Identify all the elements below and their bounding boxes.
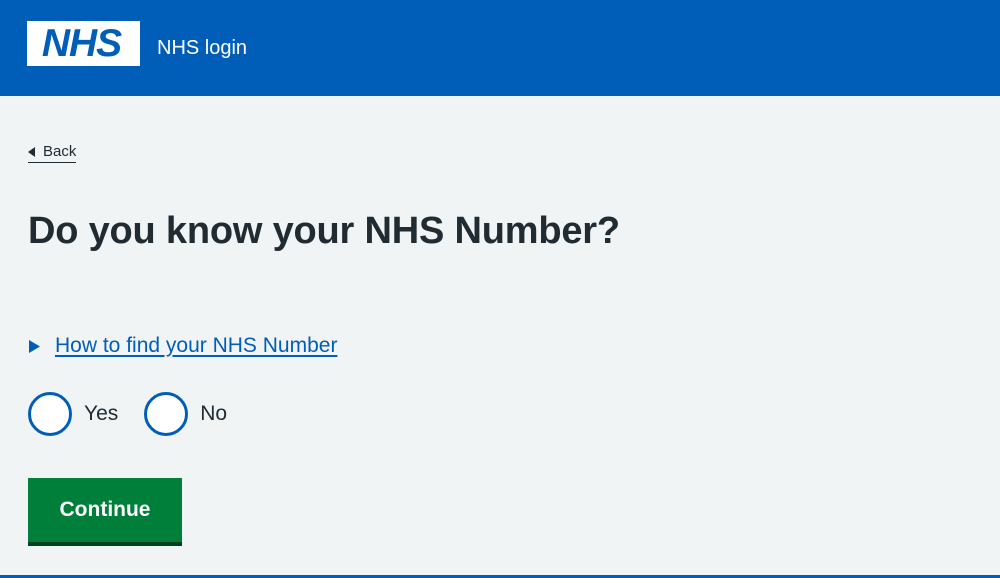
details-summary-label: How to find your NHS Number [55,334,338,357]
service-name: NHS login [157,37,248,59]
header: NHS NHS login [0,0,1000,96]
radio-yes[interactable]: Yes [28,392,118,436]
expand-triangle-icon [29,339,40,353]
back-triangle-icon [28,147,35,157]
radio-yes-label[interactable]: Yes [84,401,118,427]
radio-no-input[interactable] [144,392,189,436]
radio-yes-input[interactable] [28,392,72,436]
radio-group: Yes No [28,392,253,436]
nhs-logo-text: NHS [41,22,122,65]
continue-button[interactable]: Continue [28,478,182,542]
radio-no[interactable]: No [144,392,227,436]
nhs-logo[interactable]: NHS [27,21,140,66]
back-link[interactable]: Back [28,143,77,163]
radio-no-label[interactable]: No [200,401,227,427]
details-summary[interactable]: How to find your NHS Number [28,333,337,359]
page: NHS NHS login Back Do you know your NHS … [0,0,1000,578]
page-title: Do you know your NHS Number? [28,210,620,252]
back-link-label: Back [43,143,77,160]
